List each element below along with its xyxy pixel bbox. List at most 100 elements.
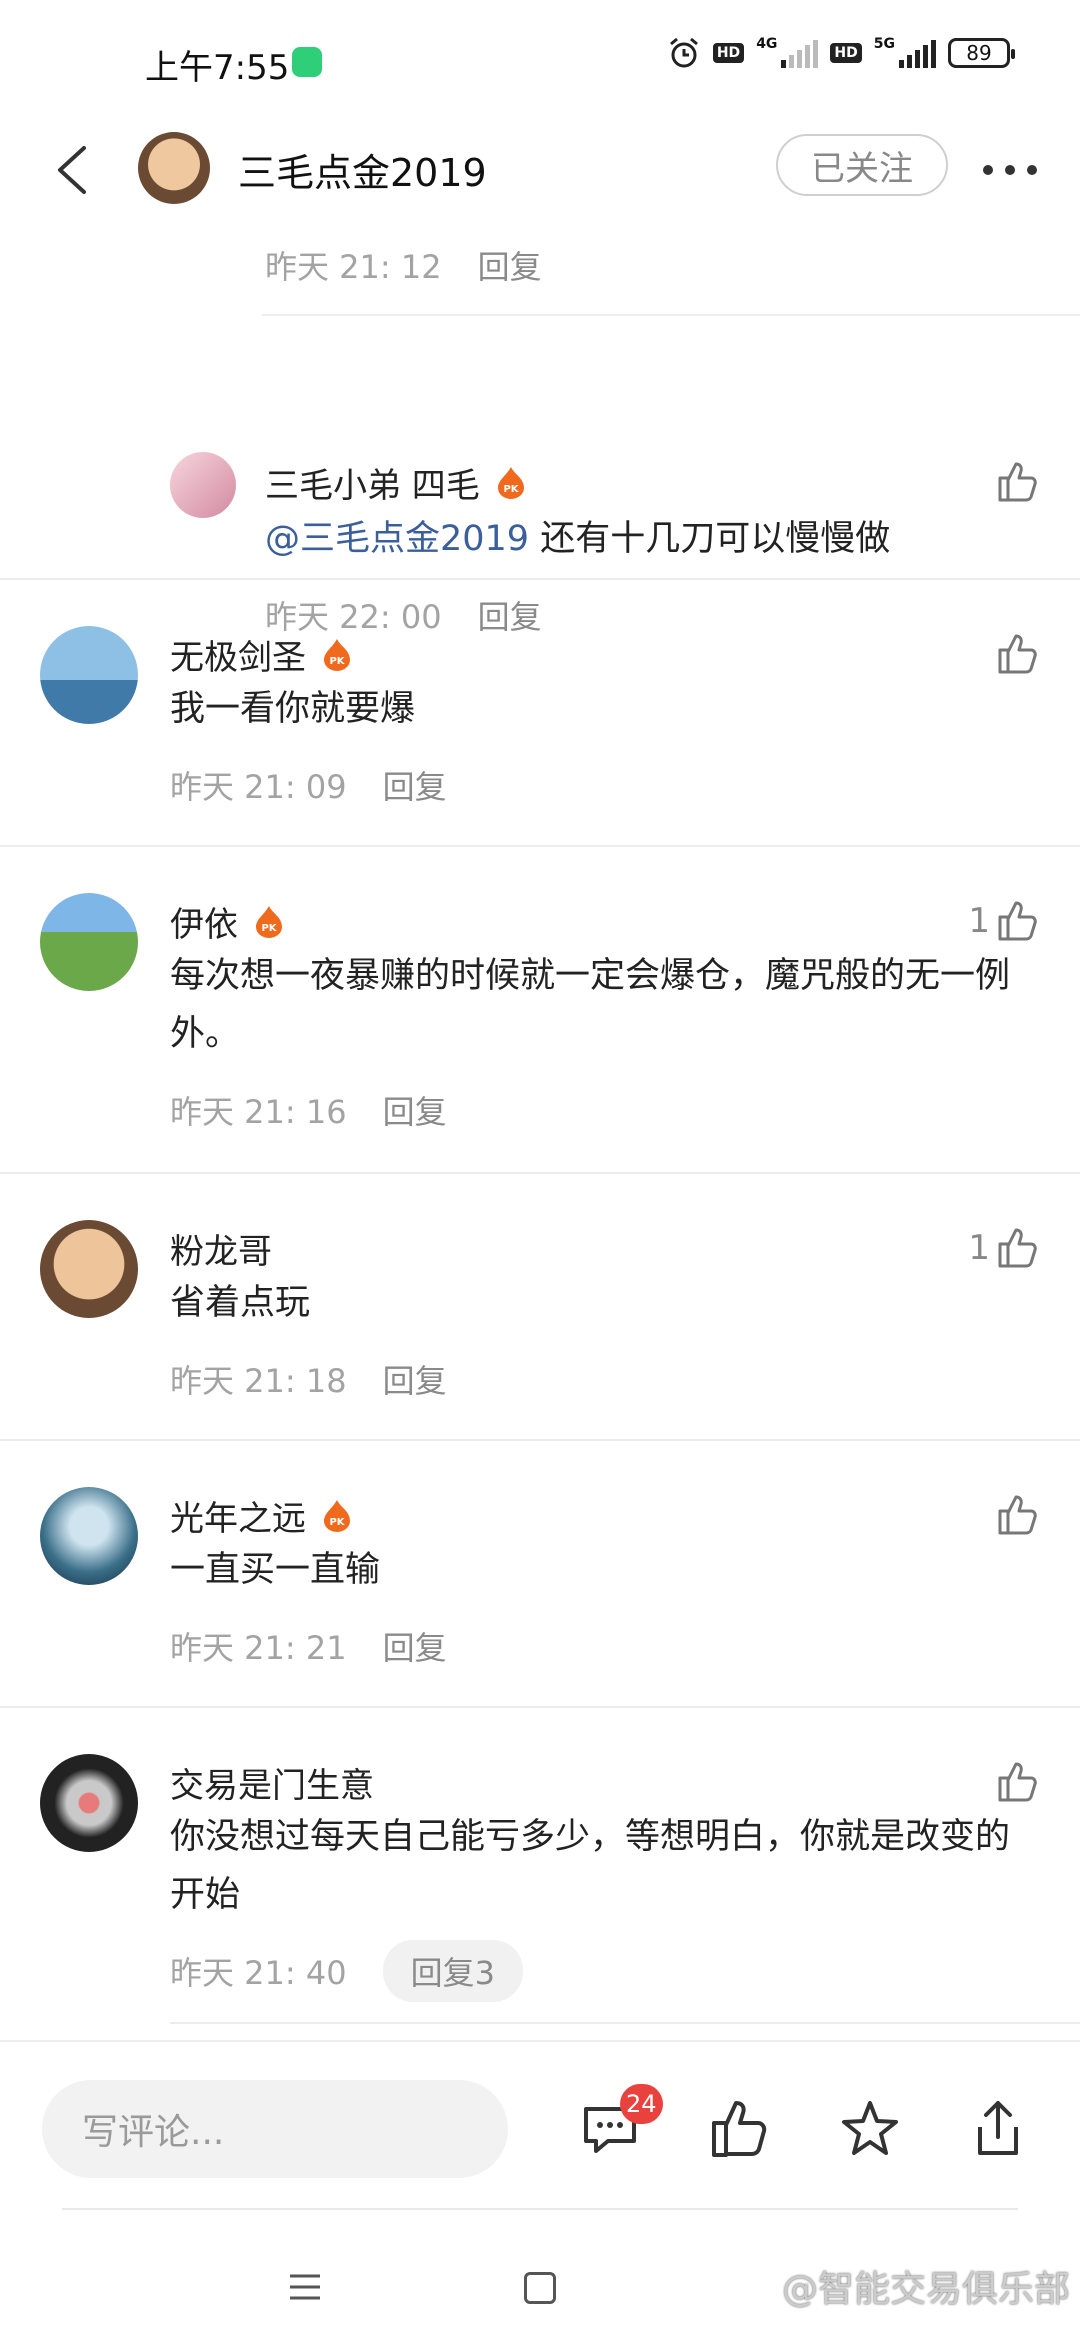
like-count: 1 [968, 901, 990, 941]
avatar[interactable] [170, 452, 236, 518]
signal-icon [781, 38, 819, 68]
avatar[interactable] [40, 626, 138, 724]
thumbs-up-icon [998, 462, 1037, 502]
comment-text: 一直买一直输 [170, 1550, 381, 1590]
comment-meta: 昨天 21: 16 回复 [170, 1087, 447, 1133]
comment-item: 粉龙哥 省着点玩 昨天 21: 18 回复 1 [0, 1174, 1080, 1439]
comment-body: 还有十几刀可以慢慢做 [529, 519, 891, 559]
star-icon[interactable] [838, 2097, 902, 2161]
like-button[interactable] [990, 632, 1040, 676]
comment-item: 光年之远 PK 一直买一直输 昨天 21: 21 回复 [0, 1441, 1080, 1706]
username[interactable]: 光年之远 [170, 1491, 306, 1540]
comment-meta: 昨天 21: 18 回复 [170, 1356, 447, 1402]
thumbs-up-icon[interactable] [708, 2097, 772, 2161]
comment-header: 无极剑圣 PK [170, 630, 352, 679]
comment-header: 伊依 PK [170, 897, 284, 946]
comment-time: 昨天 21: 16 [170, 1093, 347, 1131]
divider [170, 2022, 1080, 2024]
avatar[interactable] [40, 893, 138, 991]
mention-link[interactable]: @三毛点金2019 [265, 519, 529, 559]
comment-header: 粉龙哥 [170, 1224, 272, 1273]
divider [262, 314, 1080, 316]
status-time: 上午7:55 [145, 48, 290, 88]
thumbs-up-icon [998, 634, 1037, 674]
avatar[interactable] [40, 1220, 138, 1318]
thumbs-up-icon [998, 1762, 1037, 1802]
comment-text: 省着点玩 [170, 1283, 311, 1323]
svg-text:PK: PK [329, 1517, 345, 1528]
sub-reply-item: 三毛小弟 四毛 PK @三毛点金2019 还有十几刀可以慢慢做 昨天 22: 0… [0, 330, 1080, 636]
signal-icon-2 [899, 38, 936, 68]
reply-button[interactable]: 回复 [383, 1087, 447, 1133]
comment-input[interactable]: 写评论... [42, 2080, 508, 2178]
pk-badge-icon: PK [324, 638, 350, 671]
comment-count-badge: 24 [620, 2084, 663, 2124]
share-icon[interactable] [966, 2097, 1030, 2161]
comment-time: 昨天 21: 09 [170, 768, 347, 806]
comment-time: 昨天 21: 21 [170, 1629, 347, 1667]
follow-button[interactable]: 已关注 [776, 134, 948, 196]
username[interactable]: 粉龙哥 [170, 1224, 272, 1273]
svg-text:PK: PK [329, 656, 345, 667]
like-button[interactable]: 1 [968, 899, 1040, 943]
svg-text:PK: PK [503, 484, 519, 495]
watermark: @智能交易俱乐部 [782, 2260, 1070, 2312]
divider [62, 2208, 1018, 2210]
reply-button[interactable]: 回复 [383, 1623, 447, 1669]
status-icons: HD 4G HD 5G 89 [667, 36, 1015, 70]
header: 三毛点金2019 已关注 [0, 120, 1080, 220]
pk-badge-icon: PK [497, 466, 524, 499]
reply-button[interactable]: 回复 [383, 1356, 447, 1402]
comment-item: 无极剑圣 PK 我一看你就要爆 昨天 21: 09 回复 [0, 580, 1080, 845]
like-button[interactable] [990, 1760, 1040, 1804]
like-button[interactable] [990, 1493, 1040, 1537]
comment-time: 昨天 21: 40 [170, 1954, 347, 1992]
thumbs-up-icon [998, 1495, 1037, 1535]
battery-icon: 89 [948, 38, 1015, 68]
more-options-icon[interactable] [978, 150, 1042, 190]
bottom-action-bar: 写评论... 24 [0, 2040, 1080, 2242]
thumbs-up-icon [998, 1228, 1037, 1268]
username[interactable]: 伊依 [170, 897, 238, 946]
comment-meta: 昨天 21: 40 回复3 [170, 1940, 523, 2002]
reply-meta: 昨天 21: 12 回复 [265, 242, 542, 288]
username[interactable]: 交易是门生意 [170, 1758, 374, 1807]
watermark-text: @智能交易俱乐部 [781, 2269, 1070, 2310]
comment-text: 我一看你就要爆 [170, 689, 416, 729]
comment-text: 你没想过每天自己能亏多少，等想明白，你就是改变的开始 [170, 1817, 1011, 1915]
comment-header: 光年之远 PK [170, 1491, 352, 1540]
svg-text:PK: PK [261, 923, 277, 934]
pk-badge-icon: PK [324, 1499, 350, 1532]
like-button[interactable] [990, 460, 1040, 504]
reply-time: 昨天 21: 12 [265, 248, 442, 286]
hd-badge-2: HD [830, 43, 862, 63]
avatar[interactable] [40, 1487, 138, 1585]
author-avatar[interactable] [138, 132, 210, 204]
network-type: 4G [756, 36, 778, 52]
username[interactable]: 无极剑圣 [170, 630, 306, 679]
comment-header: 交易是门生意 [170, 1758, 374, 1807]
comment-text: @三毛点金2019 还有十几刀可以慢慢做 [265, 510, 1020, 568]
username[interactable]: 三毛小弟 四毛 [265, 458, 480, 507]
status-bar: 上午7:55 HD 4G HD 5G 89 [0, 0, 1080, 120]
like-count: 1 [968, 1228, 990, 1268]
reply-button[interactable]: 回复 [383, 762, 447, 808]
view-replies-button[interactable]: 回复3 [382, 1940, 523, 2002]
comment-meta: 昨天 21: 21 回复 [170, 1623, 447, 1669]
like-button[interactable]: 1 [968, 1226, 1040, 1270]
page-title: 三毛点金2019 [238, 151, 487, 195]
hd-badge: HD [712, 43, 745, 63]
pk-badge-icon: PK [256, 905, 282, 938]
comment-meta: 昨天 21: 09 回复 [170, 762, 447, 808]
home-icon[interactable] [524, 2272, 556, 2304]
avatar[interactable] [40, 1754, 138, 1852]
reply-button[interactable]: 回复 [478, 242, 542, 288]
alarm-icon [669, 37, 698, 68]
menu-icon[interactable] [288, 2272, 322, 2302]
system-nav-bar: @智能交易俱乐部 [0, 2240, 1080, 2340]
back-arrow-icon[interactable] [48, 140, 98, 200]
comment-item: 伊依 PK 每次想一夜暴赚的时候就一定会爆仓，魔咒般的无一例外。 昨天 21: … [0, 847, 1080, 1172]
comment-item: 交易是门生意 你没想过每天自己能亏多少，等想明白，你就是改变的开始 昨天 21:… [0, 1708, 1080, 2038]
comment-header: 三毛小弟 四毛 PK [265, 458, 526, 507]
network-type-2: 5G [873, 36, 895, 52]
